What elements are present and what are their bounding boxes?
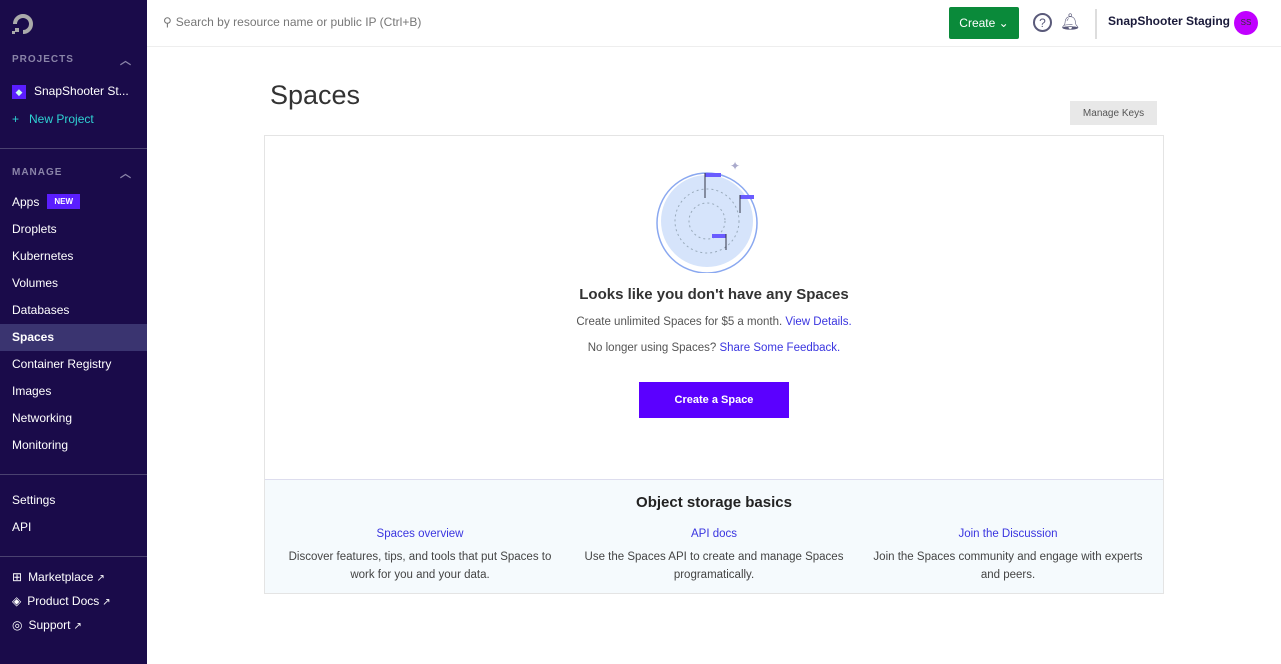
external-link-icon: ↗ (73, 621, 82, 632)
support-icon: ◎ (12, 618, 23, 632)
sidebar-project[interactable]: ◆ SnapShooter St... (0, 78, 147, 105)
search-input[interactable]: ⚲ Search by resource name or public IP (C… (163, 15, 421, 29)
pricing-label: Create unlimited Spaces for $5 a month. (576, 316, 783, 328)
basics-text: Discover features, tips, and tools that … (288, 551, 552, 581)
external-link-icon: ↗ (96, 573, 105, 584)
projects-header[interactable]: PROJECTS ︿ (12, 52, 132, 68)
chevron-down-icon: ⌄ (995, 16, 1009, 30)
sidebar-item-kubernetes[interactable]: Kubernetes (0, 243, 147, 270)
basics-column: API docs Use the Spaces API to create and… (569, 525, 859, 584)
search-placeholder: Search by resource name or public IP (Ct… (175, 15, 422, 29)
spaces-overview-link[interactable]: Spaces overview (275, 525, 565, 543)
feedback-text: No longer using Spaces? Share Some Feedb… (265, 342, 1163, 354)
create-label: Create (959, 16, 996, 30)
basics-text: Use the Spaces API to create and manage … (584, 551, 844, 581)
sidebar-item-product-docs[interactable]: ◈ Product Docs ↗ (0, 588, 147, 615)
notification-bell-icon[interactable]: 🔔︎ (1060, 13, 1080, 33)
object-storage-basics: Object storage basics Spaces overview Dis… (265, 479, 1163, 593)
view-details-link[interactable]: View Details. (785, 316, 851, 328)
docs-icon: ◈ (12, 594, 22, 608)
sidebar-item-volumes[interactable]: Volumes (0, 270, 147, 297)
share-feedback-link[interactable]: Share Some Feedback. (719, 342, 840, 354)
manage-header[interactable]: MANAGE ︿ (12, 165, 132, 181)
chevron-up-icon[interactable]: ︿ (120, 165, 132, 181)
plus-icon: + (12, 112, 20, 126)
sidebar-item-monitoring[interactable]: Monitoring (0, 432, 147, 459)
create-space-button[interactable]: Create a Space (639, 382, 789, 418)
sidebar-item-droplets[interactable]: Droplets (0, 216, 147, 243)
sidebar-item-support[interactable]: ◎ Support ↗ (0, 612, 147, 639)
sidebar-item-images[interactable]: Images (0, 378, 147, 405)
sidebar-item-api[interactable]: API (0, 514, 147, 541)
chevron-up-icon[interactable]: ︿ (120, 52, 132, 68)
new-project-link[interactable]: + New Project (0, 106, 147, 133)
topbar: ⚲ Search by resource name or public IP (C… (147, 0, 1281, 47)
sidebar-item-spaces[interactable]: Spaces (0, 324, 147, 351)
project-name: SnapShooter St... (34, 84, 129, 98)
feedback-label: No longer using Spaces? (587, 342, 717, 354)
sidebar-item-apps[interactable]: Apps NEW (0, 189, 147, 216)
search-icon: ⚲ (163, 15, 172, 29)
manage-label: MANAGE (12, 167, 63, 178)
sidebar-item-networking[interactable]: Networking (0, 405, 147, 432)
sidebar: PROJECTS ︿ ◆ SnapShooter St... + New Projec… (0, 0, 147, 664)
basics-title: Object storage basics (636, 494, 792, 511)
digitalocean-logo-icon[interactable] (12, 13, 34, 35)
support-label: Support (28, 618, 71, 632)
new-badge: NEW (47, 194, 81, 209)
empty-state-title: Looks like you don't have any Spaces (579, 286, 849, 303)
apps-label: Apps (12, 195, 40, 209)
divider (1095, 9, 1097, 39)
spaces-illustration-icon: ✦ (656, 159, 758, 273)
api-docs-link[interactable]: API docs (569, 525, 859, 543)
new-project-label: New Project (29, 112, 94, 126)
project-icon: ◆ (12, 85, 26, 99)
basics-text: Join the Spaces community and engage wit… (873, 551, 1143, 581)
basics-column: Spaces overview Discover features, tips, … (275, 525, 565, 584)
join-discussion-link[interactable]: Join the Discussion (863, 525, 1153, 543)
marketplace-icon: ⊞ (12, 570, 23, 584)
empty-state-card: ✦ Looks like you don't have any Spaces C… (264, 135, 1164, 594)
help-icon[interactable]: ? (1033, 13, 1052, 32)
basics-column: Join the Discussion Join the Spaces commu… (863, 525, 1153, 584)
external-link-icon: ↗ (102, 597, 111, 608)
projects-label: PROJECTS (12, 54, 74, 65)
team-name[interactable]: SnapShooter Staging (1108, 14, 1230, 28)
divider (0, 148, 147, 149)
sidebar-item-databases[interactable]: Databases (0, 297, 147, 324)
pricing-text: Create unlimited Spaces for $5 a month. … (265, 316, 1163, 328)
create-button[interactable]: Create ⌄ (949, 7, 1019, 39)
divider (0, 556, 147, 557)
sidebar-item-settings[interactable]: Settings (0, 487, 147, 514)
marketplace-label: Marketplace (28, 570, 94, 584)
avatar-initials: SS (1240, 18, 1252, 27)
page-title: Spaces (270, 80, 361, 110)
manage-keys-button[interactable]: Manage Keys (1070, 101, 1157, 125)
avatar[interactable]: SS (1234, 11, 1258, 35)
sidebar-item-container-registry[interactable]: Container Registry (0, 351, 147, 378)
divider (0, 474, 147, 475)
product-docs-label: Product Docs (27, 594, 100, 608)
sidebar-item-marketplace[interactable]: ⊞ Marketplace ↗ (0, 564, 147, 591)
svg-text:✦: ✦ (730, 159, 740, 173)
